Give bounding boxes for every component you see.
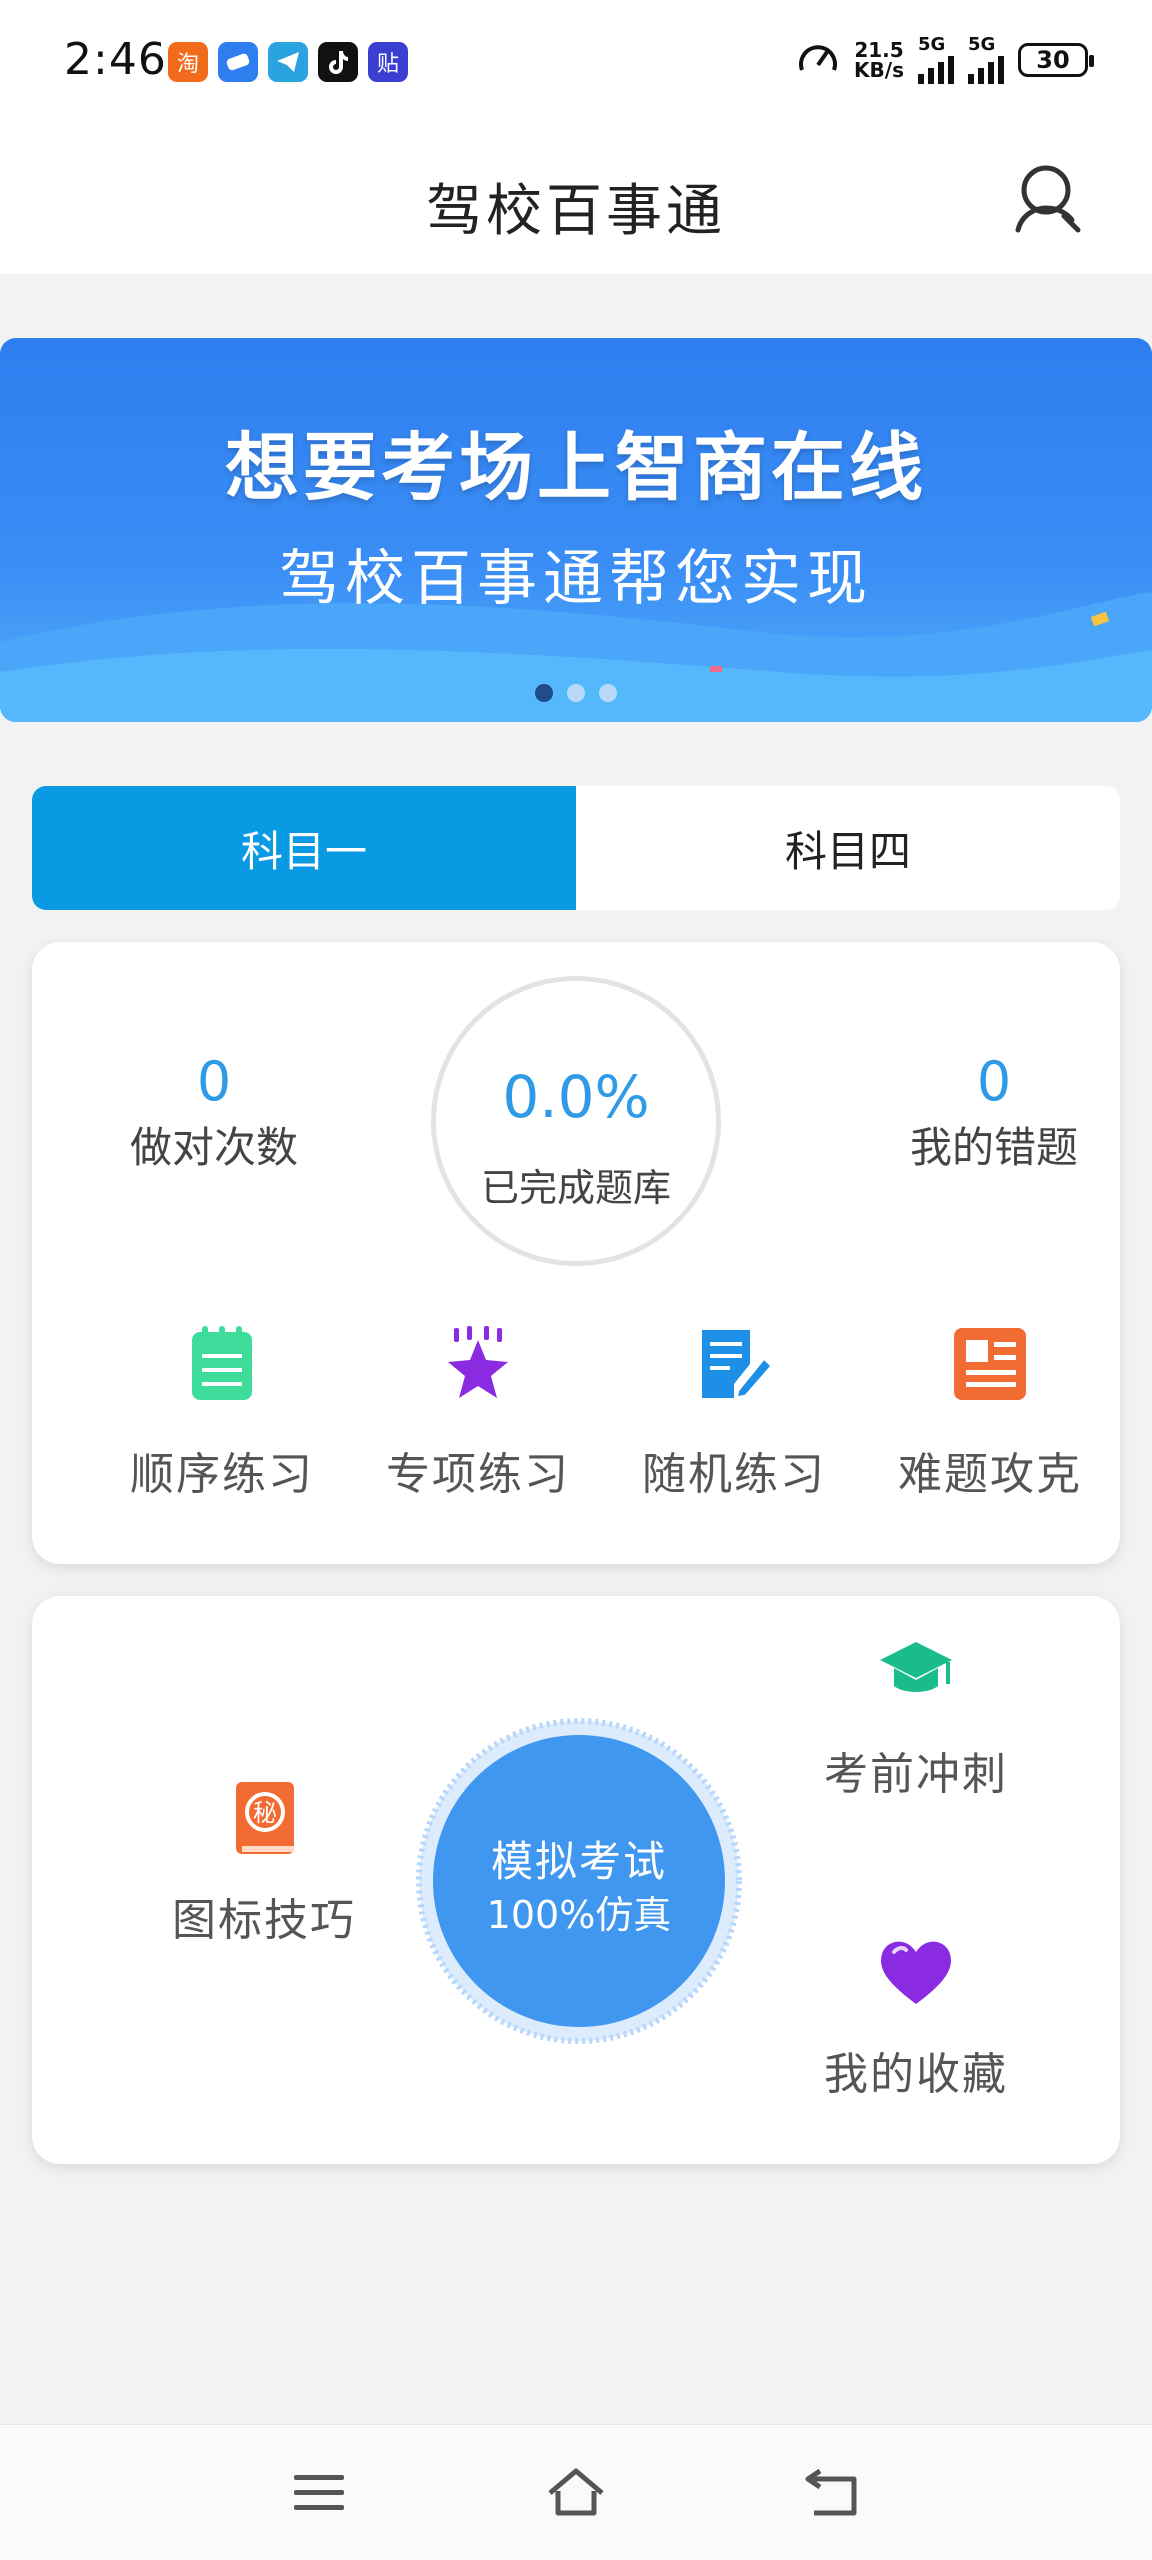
browser-icon bbox=[218, 42, 258, 82]
wrong-count[interactable]: 0 bbox=[874, 1050, 1114, 1113]
article-icon bbox=[954, 1328, 1026, 1400]
pagination-dot-3[interactable] bbox=[599, 684, 617, 702]
system-nav-bar bbox=[0, 2424, 1152, 2560]
back-icon[interactable] bbox=[800, 2461, 864, 2525]
heart-icon bbox=[881, 1941, 951, 2004]
progress-ring: 0.0% 已完成题库 bbox=[431, 976, 721, 1266]
tab-subject-four[interactable]: 科目四 bbox=[576, 786, 1120, 910]
topic-practice-label: 专项练习 bbox=[386, 1449, 570, 1500]
promo-banner[interactable]: 想要考场上智商在线 驾校百事通帮您实现 bbox=[0, 338, 1152, 722]
tiktok-icon bbox=[318, 42, 358, 82]
mock-exam-button[interactable]: 模拟考试 bbox=[414, 1828, 744, 1889]
status-bar: 2:46 淘 贴 21.5 KB/s 5G 5G 30 bbox=[0, 0, 1152, 128]
pre-exam-sprint-label: 考前冲刺 bbox=[824, 1749, 1008, 1800]
correct-label[interactable]: 做对次数 bbox=[94, 1114, 334, 1175]
notepad-icon bbox=[192, 1326, 252, 1400]
correct-count[interactable]: 0 bbox=[94, 1050, 334, 1113]
secret-book-icon: 秘 bbox=[236, 1782, 294, 1854]
progress-label: 已完成题库 bbox=[480, 1166, 671, 1210]
app-screen: 2:46 淘 贴 21.5 KB/s 5G 5G 30 驾校百事通 想要考场上智… bbox=[0, 0, 1152, 2560]
status-indicators: 21.5 KB/s 5G 5G 30 bbox=[796, 36, 1094, 84]
random-practice-button[interactable]: 随机练习 bbox=[614, 1324, 854, 1514]
sign-tips-button[interactable]: 秘 图标技巧 bbox=[144, 1778, 384, 1948]
signal-sim1: 5G bbox=[918, 36, 954, 84]
mock-exam-subtitle[interactable]: 100%仿真 bbox=[414, 1884, 744, 1939]
stats-card: 0 做对次数 0.0% 已完成题库 0 我的错题 顺序练习 专项练习 随机练习 … bbox=[32, 942, 1120, 1564]
banner-subtitle: 驾校百事通帮您实现 bbox=[279, 544, 873, 614]
status-time: 2:46 bbox=[64, 34, 167, 85]
page-title: 驾校百事通 bbox=[426, 179, 726, 244]
star-icon bbox=[448, 1326, 508, 1398]
battery-icon: 30 bbox=[1018, 43, 1094, 77]
exam-card: 秘 图标技巧 模拟考试 100%仿真 考前冲刺 我的收藏 bbox=[32, 1596, 1120, 2164]
edit-doc-icon bbox=[702, 1330, 775, 1400]
sequential-practice-label: 顺序练习 bbox=[130, 1449, 314, 1500]
app-header: 驾校百事通 bbox=[0, 128, 1152, 274]
favorites-button[interactable]: 我的收藏 bbox=[796, 1932, 1036, 2102]
menu-icon[interactable] bbox=[288, 2461, 352, 2525]
hard-questions-label: 难题攻克 bbox=[898, 1449, 1082, 1500]
pagination-dot-2[interactable] bbox=[567, 684, 585, 702]
network-speed: 21.5 KB/s bbox=[854, 38, 904, 82]
favorites-label: 我的收藏 bbox=[824, 2049, 1008, 2100]
subject-tabs: 科目一 科目四 bbox=[32, 786, 1120, 910]
progress-value: 0.0% bbox=[502, 1063, 650, 1131]
svg-text:秘: 秘 bbox=[253, 1799, 277, 1827]
hard-questions-button[interactable]: 难题攻克 bbox=[870, 1324, 1110, 1514]
random-practice-label: 随机练习 bbox=[642, 1449, 826, 1500]
telegram-icon bbox=[268, 42, 308, 82]
banner-pagination bbox=[0, 684, 1152, 702]
tieba-icon: 贴 bbox=[368, 42, 408, 82]
speed-meter-icon bbox=[799, 45, 838, 71]
pre-exam-sprint-button[interactable]: 考前冲刺 bbox=[796, 1632, 1036, 1802]
wrong-label[interactable]: 我的错题 bbox=[874, 1114, 1114, 1175]
banner-title: 想要考场上智商在线 bbox=[225, 425, 927, 511]
pagination-dot-1[interactable] bbox=[535, 684, 553, 702]
notification-icons: 淘 贴 bbox=[168, 42, 408, 82]
user-icon[interactable] bbox=[1008, 158, 1088, 238]
sequential-practice-button[interactable]: 顺序练习 bbox=[102, 1324, 342, 1514]
taobao-icon: 淘 bbox=[168, 42, 208, 82]
signal-bars-icon bbox=[918, 54, 954, 84]
sign-tips-label: 图标技巧 bbox=[172, 1895, 356, 1946]
tab-subject-one[interactable]: 科目一 bbox=[32, 786, 576, 910]
topic-practice-button[interactable]: 专项练习 bbox=[358, 1324, 598, 1514]
signal-sim2: 5G bbox=[968, 36, 1004, 84]
graduation-cap-icon bbox=[880, 1642, 952, 1692]
signal-bars-icon bbox=[968, 54, 1004, 84]
home-icon[interactable] bbox=[544, 2461, 608, 2525]
